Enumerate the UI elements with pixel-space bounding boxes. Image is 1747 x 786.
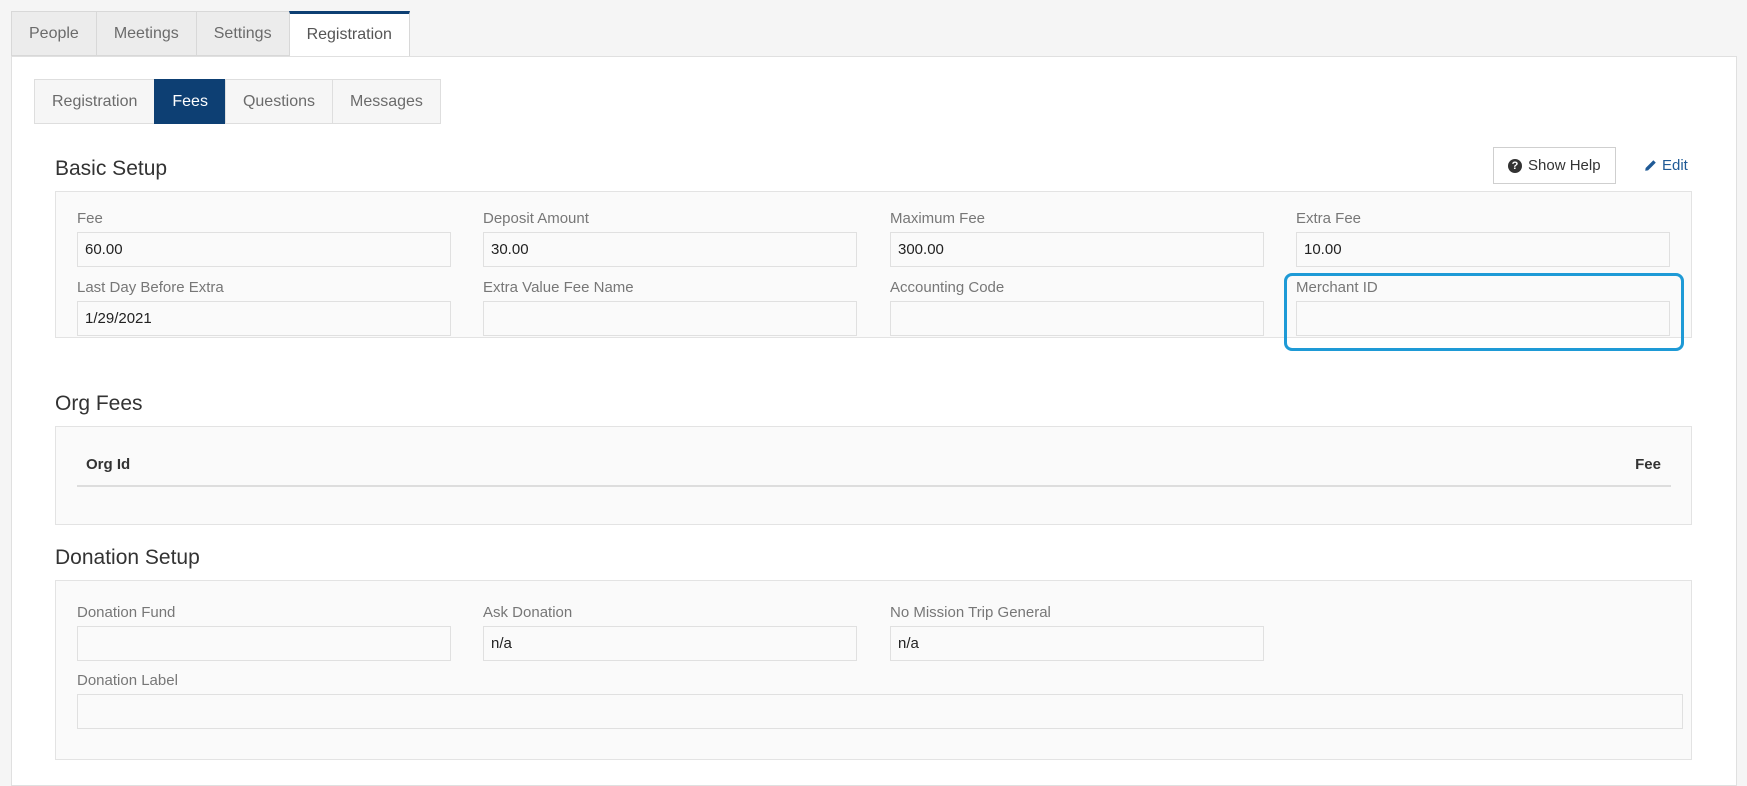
- no-mission-trip-general-label: No Mission Trip General: [890, 604, 1051, 621]
- donation-label-field: Donation Label: [77, 671, 1683, 729]
- basic-setup-title: Basic Setup: [55, 157, 168, 180]
- maximum-fee-field: Maximum Fee 300.00: [890, 209, 1264, 267]
- pencil-icon: [1645, 160, 1656, 171]
- edit-link[interactable]: Edit: [1644, 147, 1688, 184]
- tab-meetings[interactable]: Meetings: [95, 11, 196, 56]
- table-header-divider: [77, 485, 1671, 487]
- tab-registration[interactable]: Registration: [288, 11, 410, 57]
- accounting-code-input[interactable]: [890, 301, 1264, 336]
- edit-label: Edit: [1662, 157, 1688, 174]
- donation-setup-title: Donation Setup: [55, 546, 200, 569]
- subtab-registration[interactable]: Registration: [34, 79, 155, 124]
- org-id-column-header: Org Id: [86, 456, 131, 473]
- show-help-button[interactable]: ? Show Help: [1493, 147, 1616, 184]
- extra-fee-input[interactable]: 10.00: [1296, 232, 1670, 267]
- ask-donation-label: Ask Donation: [483, 604, 573, 621]
- main-panel: Registration Fees Questions Messages Bas…: [11, 56, 1737, 786]
- subtab-questions[interactable]: Questions: [224, 79, 332, 124]
- last-day-before-extra-label: Last Day Before Extra: [77, 279, 224, 296]
- tab-people[interactable]: People: [11, 11, 96, 56]
- maximum-fee-input[interactable]: 300.00: [890, 232, 1264, 267]
- tab-settings[interactable]: Settings: [195, 11, 289, 56]
- fee-column-header: Fee: [1635, 456, 1661, 473]
- accounting-code-field: Accounting Code: [890, 278, 1264, 336]
- donation-setup-box: Donation Fund Ask Donation n/a No Missio…: [55, 580, 1692, 760]
- sub-tab-bar: Registration Fees Questions Messages: [34, 79, 441, 124]
- fee-label: Fee: [77, 210, 103, 227]
- deposit-amount-label: Deposit Amount: [483, 210, 589, 227]
- extra-fee-field: Extra Fee 10.00: [1296, 209, 1670, 267]
- question-circle-icon: ?: [1508, 158, 1522, 173]
- donation-label-input[interactable]: [77, 694, 1683, 729]
- deposit-amount-input[interactable]: 30.00: [483, 232, 857, 267]
- extra-value-fee-name-field: Extra Value Fee Name: [483, 278, 857, 336]
- ask-donation-field: Ask Donation n/a: [483, 603, 857, 661]
- no-mission-trip-general-input[interactable]: n/a: [890, 626, 1264, 661]
- no-mission-trip-general-field: No Mission Trip General n/a: [890, 603, 1264, 661]
- accounting-code-label: Accounting Code: [890, 279, 1005, 296]
- donation-label-label: Donation Label: [77, 672, 178, 689]
- last-day-before-extra-field: Last Day Before Extra 1/29/2021: [77, 278, 451, 336]
- top-tab-bar: People Meetings Settings Registration: [11, 11, 410, 57]
- org-fees-box: Org Id Fee: [55, 426, 1692, 525]
- show-help-label: Show Help: [1528, 157, 1601, 174]
- extra-value-fee-name-input[interactable]: [483, 301, 857, 336]
- donation-fund-label: Donation Fund: [77, 604, 176, 621]
- org-fees-title: Org Fees: [55, 392, 143, 415]
- extra-fee-label: Extra Fee: [1296, 210, 1362, 227]
- donation-fund-input[interactable]: [77, 626, 451, 661]
- subtab-fees[interactable]: Fees: [154, 79, 225, 124]
- deposit-amount-field: Deposit Amount 30.00: [483, 209, 857, 267]
- ask-donation-input[interactable]: n/a: [483, 626, 857, 661]
- donation-fund-field: Donation Fund: [77, 603, 451, 661]
- fee-field: Fee 60.00: [77, 209, 451, 267]
- extra-value-fee-name-label: Extra Value Fee Name: [483, 279, 634, 296]
- fee-input[interactable]: 60.00: [77, 232, 451, 267]
- subtab-messages[interactable]: Messages: [332, 79, 441, 124]
- last-day-before-extra-input[interactable]: 1/29/2021: [77, 301, 451, 336]
- merchant-id-highlight: [1284, 273, 1684, 351]
- maximum-fee-label: Maximum Fee: [890, 210, 986, 227]
